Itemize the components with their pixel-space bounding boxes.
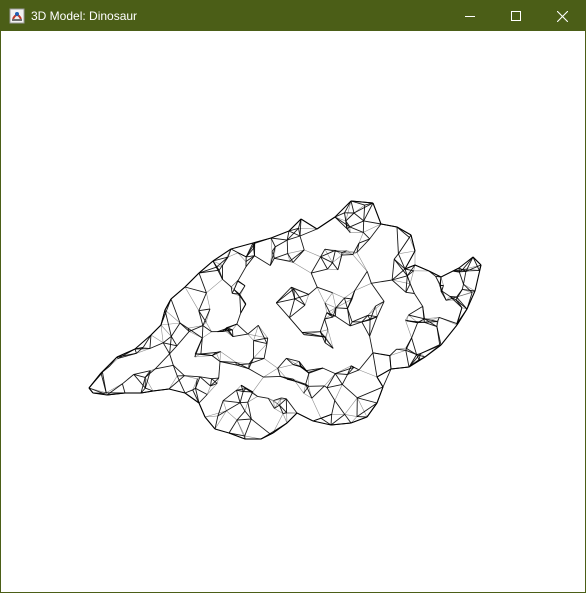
java-app-icon[interactable] (9, 8, 25, 24)
window-controls (447, 1, 585, 31)
title-bar[interactable]: 3D Model: Dinosaur (1, 1, 585, 31)
minimize-icon (465, 11, 475, 21)
close-icon (557, 11, 568, 22)
maximize-button[interactable] (493, 1, 539, 31)
maximize-icon (511, 11, 521, 21)
minimize-button[interactable] (447, 1, 493, 31)
close-button[interactable] (539, 1, 585, 31)
render-viewport[interactable] (1, 31, 585, 592)
app-window: 3D Model: Dinosaur (0, 0, 586, 593)
dinosaur-wireframe (1, 31, 585, 592)
window-title: 3D Model: Dinosaur (31, 8, 447, 24)
